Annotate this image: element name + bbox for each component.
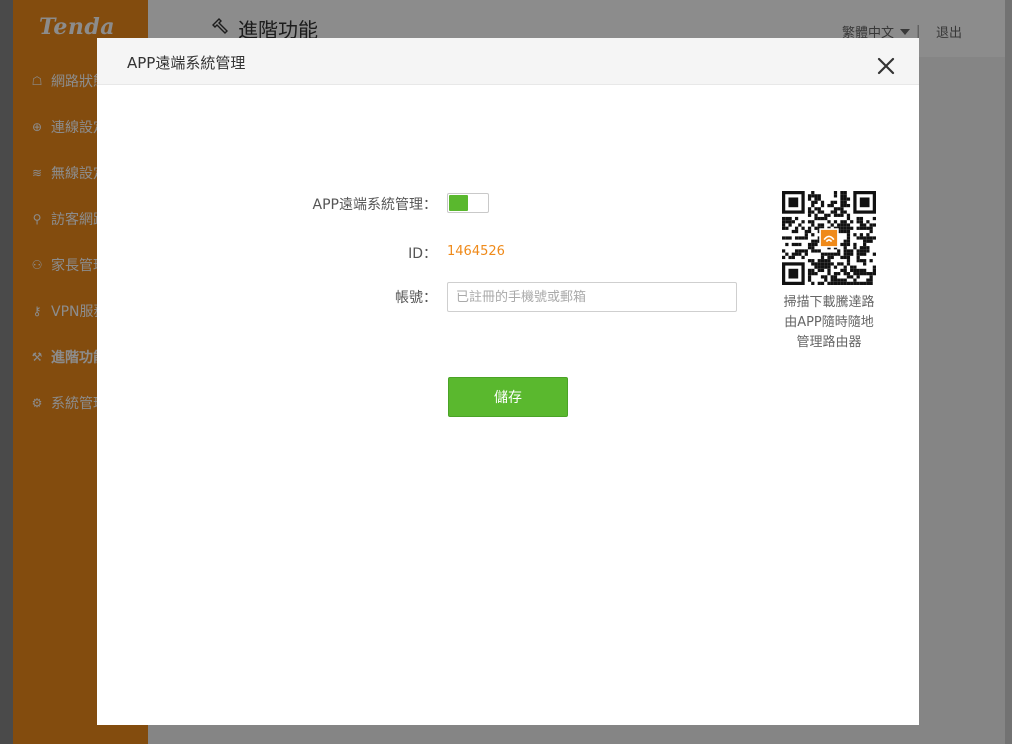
- id-value: 1464526: [447, 244, 505, 259]
- account-input[interactable]: [447, 282, 737, 312]
- qr-caption-line: 管理路由器: [796, 335, 862, 350]
- app-remote-toggle[interactable]: [447, 193, 489, 213]
- toggle-label: APP遠端系統管理：: [312, 197, 437, 213]
- close-icon: [877, 57, 895, 75]
- save-button[interactable]: 儲存: [448, 377, 568, 417]
- qr-caption: 掃描下載騰達路 由APP隨時隨地 管理路由器: [767, 293, 891, 353]
- dialog-header: APP遠端系統管理: [97, 38, 919, 85]
- id-label-row: ID：: [97, 243, 437, 263]
- dialog-title: APP遠端系統管理: [127, 54, 246, 72]
- account-label-row: 帳號：: [97, 287, 437, 307]
- app-remote-management-dialog: APP遠端系統管理 APP遠端系統管理： ID： 1464526 帳號： 儲存 …: [97, 38, 919, 725]
- toggle-label-row: APP遠端系統管理：: [97, 193, 437, 213]
- close-button[interactable]: [875, 55, 897, 77]
- toggle-knob-on: [449, 195, 468, 211]
- qr-code-icon: [782, 191, 876, 285]
- qr-caption-line: 由APP隨時隨地: [784, 315, 874, 330]
- account-label: 帳號：: [395, 290, 437, 306]
- qr-caption-line: 掃描下載騰達路: [783, 295, 875, 310]
- id-label: ID：: [408, 246, 437, 262]
